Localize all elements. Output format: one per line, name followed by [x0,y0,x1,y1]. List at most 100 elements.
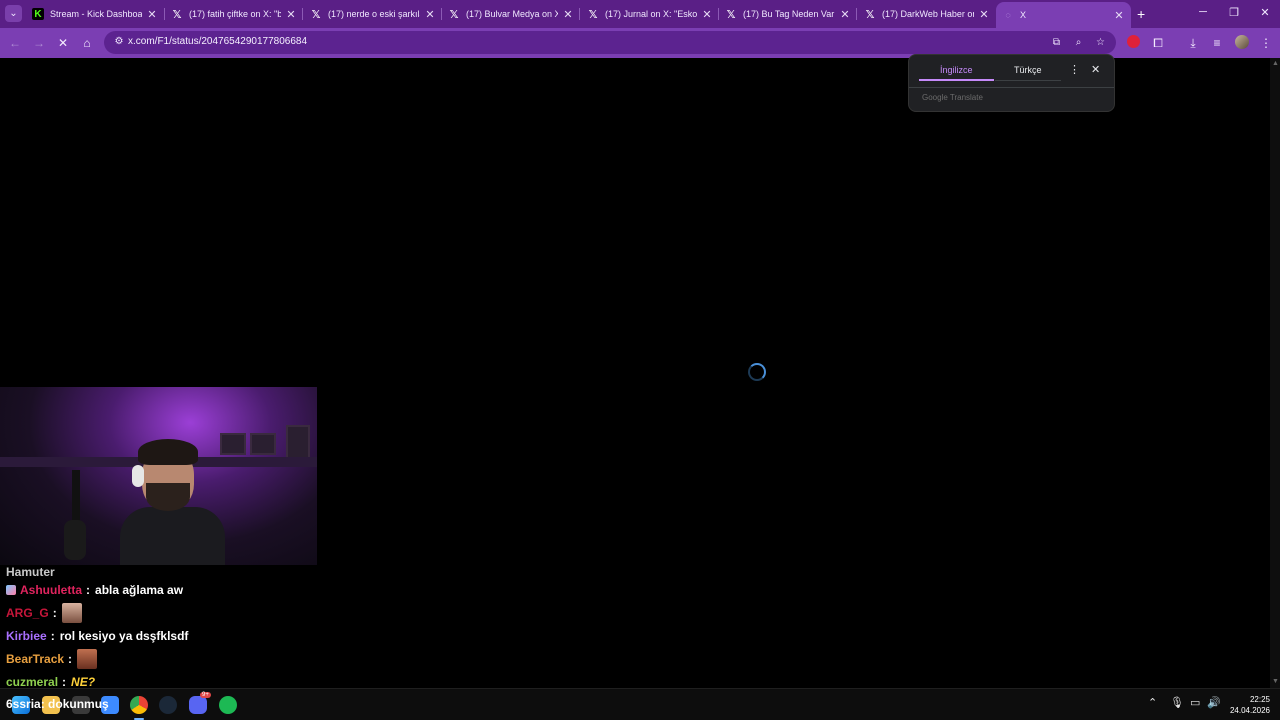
back-arrow-icon[interactable]: ← [6,34,24,52]
url-text[interactable]: x.com/F1/status/2047654290177806684 [128,36,307,47]
x-logo-icon: 𝕏 [172,7,182,21]
tab-search-chevron-icon[interactable]: ⌄ [5,5,22,22]
chat-username: Ashuuletta [20,583,83,597]
tab-bulvar-medya[interactable]: 𝕏 (17) Bulvar Medya on X: " ✕ [448,4,574,24]
kebab-menu-icon[interactable]: ⋮ [1257,34,1275,52]
google-translate-brand: Google Translate [922,93,983,102]
discord-badge: 9+ [200,692,211,698]
active-tab-underline [919,79,994,81]
tab-close-icon[interactable]: ✕ [424,8,436,21]
tab-x-active[interactable]: ◌ X ✕ [996,2,1131,28]
tab-title: Stream - Kick Dashboard [50,9,142,19]
home-icon[interactable]: ⌂ [78,34,96,52]
tab-title: X [1020,10,1027,20]
scroll-up-icon[interactable]: ▲ [1272,60,1279,67]
tab-separator [579,8,580,20]
tab-separator [302,8,303,20]
page-content [0,58,1270,688]
tab-darkweb-haber[interactable]: 𝕏 (17) DarkWeb Haber on X ✕ [864,4,990,24]
tab-close-icon[interactable]: ✕ [701,8,713,21]
chat-message: Ashuuletta : abla ağlama aw [6,580,183,600]
tab-title: (17) nerde o eski şarkılar o [328,9,420,19]
steam-icon[interactable] [159,696,177,714]
tab-close-icon[interactable]: ✕ [562,8,574,21]
restore-icon[interactable]: ❐ [1226,6,1242,19]
tab-close-icon[interactable]: ✕ [285,8,297,21]
bookmark-star-icon[interactable]: ☆ [1093,35,1108,50]
tab-close-icon[interactable]: ✕ [978,8,990,21]
chat-username: Kirbiee [6,629,47,643]
volume-icon[interactable]: 🔊 [1207,696,1221,709]
cat-emote-icon [77,649,98,669]
extensions-puzzle-icon[interactable]: ⧠ [1149,34,1167,52]
tab-bu-tag-neden-var[interactable]: 𝕏 (17) Bu Tag Neden Var on ✕ [725,4,851,24]
tab-jurnal[interactable]: 𝕏 (17) Jurnal on X: "Eskortlu ✕ [587,4,713,24]
clock-time: 22:25 [1249,695,1270,704]
window-close-icon[interactable]: ✕ [1257,6,1273,19]
windows-taskbar: 9+ [0,688,1280,720]
new-tab-plus-icon[interactable]: + [1137,6,1145,22]
stop-loading-icon[interactable]: ✕ [54,34,72,52]
media-queue-icon[interactable]: ≡ [1208,34,1226,52]
tab-close-icon[interactable]: ✕ [839,8,851,21]
kick-icon: K [32,8,44,20]
translate-source-tab[interactable]: İngilizce [940,65,973,75]
site-info-icon[interactable]: ⚙ [112,35,126,49]
scroll-down-icon[interactable]: ▼ [1272,678,1279,685]
loading-icon: ◌ [1005,10,1011,20]
webcam-overlay [0,387,317,565]
profile-avatar[interactable] [1235,35,1249,49]
download-icon[interactable]: ⤓ [1184,34,1202,52]
wall-frame [250,433,276,455]
browser-tab-strip: ⌄ K Stream - Kick Dashboard ✕ 𝕏 (17) fat… [0,0,1280,28]
microphone-icon [64,520,86,560]
headset-icon [132,465,144,487]
tab-title: (17) DarkWeb Haber on X [882,9,974,19]
tab-close-icon[interactable]: ✕ [1113,9,1125,22]
tab-kick-dashboard[interactable]: K Stream - Kick Dashboard ✕ [32,4,158,24]
clock-date: 24.04.2026 [1229,706,1270,715]
streamer [120,437,225,565]
chat-text: abla ağlama aw [95,583,184,597]
address-bar[interactable]: ⚙ x.com/F1/status/2047654290177806684 ⧉ … [104,31,1116,54]
network-icon[interactable]: ▭ [1190,696,1200,709]
tray-chevron-icon[interactable]: ⌃ [1148,696,1157,709]
translate-icon[interactable]: ⧉ [1049,35,1064,50]
x-logo-icon: 𝕏 [449,7,459,21]
forward-arrow-icon[interactable]: → [30,34,48,52]
tab-nerde-o-eski[interactable]: 𝕏 (17) nerde o eski şarkılar o ✕ [310,4,436,24]
tab-title: (17) Jurnal on X: "Eskortlu [605,9,697,19]
minimize-icon[interactable]: ─ [1195,6,1211,18]
translate-popup: İngilizce Türkçe ⋮ ✕ Google Translate [908,54,1115,112]
zoom-icon[interactable]: ⌕ [1071,35,1086,50]
tab-fatih-ciftke[interactable]: 𝕏 (17) fatih çiftke on X: "beş ✕ [171,4,297,24]
translate-options-icon[interactable]: ⋮ [1069,63,1080,76]
tab-separator [441,8,442,20]
x-logo-icon: 𝕏 [311,7,321,21]
x-logo-icon: 𝕏 [726,7,736,21]
screen: ⌄ K Stream - Kick Dashboard ✕ 𝕏 (17) fat… [0,0,1280,720]
chat-message: BearTrack : [6,649,98,669]
wall-frame [286,425,310,461]
chat-message: ARG_G : [6,603,82,623]
tab-title: (17) Bu Tag Neden Var on [743,9,835,19]
chat-username: cuzmeral [6,675,59,689]
chat-colon: : [86,583,91,597]
scrollbar[interactable]: ▲ ▼ [1270,58,1280,688]
chat-partial-message: Hamuter [6,565,55,577]
chat-username: BearTrack [6,652,65,666]
face-emote-icon [61,603,82,623]
translate-target-tab[interactable]: Türkçe [1014,65,1042,75]
extension-record-icon[interactable] [1127,35,1140,48]
chrome-icon[interactable] [130,696,148,714]
tab-close-icon[interactable]: ✕ [146,8,158,21]
spotify-icon[interactable] [219,696,237,714]
chat-bottom-overlay: 6ssria: dokunmuş [6,697,109,711]
discord-icon[interactable] [189,696,207,714]
translate-close-icon[interactable]: ✕ [1091,63,1100,76]
x-logo-icon: 𝕏 [588,7,598,21]
subscriber-badge-icon [6,585,16,595]
divider [909,87,1114,88]
system-clock[interactable]: 22:25 24.04.2026 [1228,694,1270,716]
microphone-tray-icon[interactable]: 🎙 [1170,696,1184,709]
